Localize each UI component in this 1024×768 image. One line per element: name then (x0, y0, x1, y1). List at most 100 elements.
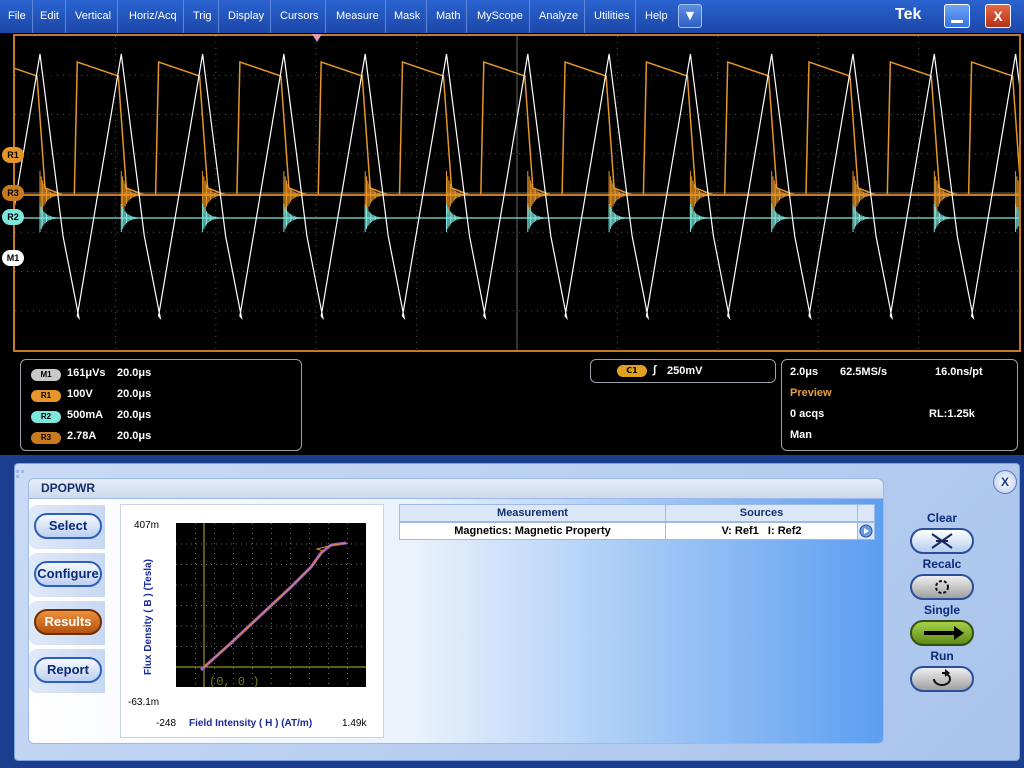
dropdown-arrow-icon[interactable]: ▼ (678, 4, 702, 28)
menu-cursors[interactable]: Cursors (274, 0, 326, 33)
ref3-marker[interactable]: R3 (2, 185, 24, 201)
minimize-button[interactable] (944, 4, 970, 28)
dpopwr-header: DPOPWR (29, 479, 883, 499)
dpopwr-panel: DPOPWR Select Configure Results Report 4… (28, 478, 884, 744)
y-axis-label: Flux Density ( B ) (Tesla) (143, 559, 154, 675)
x-min-label: -248 (156, 718, 176, 729)
results-button[interactable]: Results (34, 609, 102, 635)
ringing-burst (446, 171, 464, 232)
time-resolution: 16.0ns/pt (935, 366, 983, 378)
trigger-source-badge: C1 (617, 365, 647, 377)
menu-analyze[interactable]: Analyze (533, 0, 586, 33)
close-app-button[interactable]: X (993, 470, 1017, 494)
trigger-mode: Man (790, 429, 812, 441)
ref2-marker[interactable]: R2 (2, 209, 24, 225)
ref-scale: 2.78A (67, 430, 97, 442)
run-label: Run (930, 649, 954, 663)
acquisition-mode: Preview (790, 387, 832, 399)
ringing-burst (689, 171, 708, 232)
trigger-readout-panel[interactable]: C1 ∫ 250mV (590, 359, 776, 383)
origin-label: (0, 0 ) (209, 675, 259, 689)
trigger-position-marker[interactable] (312, 34, 322, 42)
acquisition-readout-panel[interactable]: 2.0μs 62.5MS/s 16.0ns/pt Preview 0 acqs … (781, 359, 1018, 451)
ringing-burst (364, 171, 383, 232)
menu-file[interactable]: File (2, 0, 33, 33)
single-arrow-icon (924, 626, 964, 640)
x-axis-label: Field Intensity ( H ) (AT/m) (189, 718, 312, 729)
menu-myscope[interactable]: MyScope (471, 0, 530, 33)
nav-tab-configure: Configure (29, 553, 105, 597)
measurement-header[interactable]: Measurement (399, 504, 666, 522)
dpopwr-title: DPOPWR (41, 481, 95, 495)
menu-vertical[interactable]: Vertical (69, 0, 119, 33)
x-max-label: 1.49k (342, 718, 367, 729)
clear-icon (931, 533, 953, 549)
ref-time: 20.0μs (117, 367, 152, 379)
status-area: M1 161μVs 20.0μs R1 100V 20.0μs R2 500mA… (0, 355, 1024, 455)
ref-time: 20.0μs (117, 430, 152, 442)
acquisition-count: 0 acqs (790, 408, 825, 420)
record-length: RL:1.25k (929, 408, 975, 420)
ref-scale: 500mA (67, 409, 104, 421)
r2-badge: R2 (31, 411, 61, 423)
clear-label: Clear (926, 511, 958, 525)
ringing-burst (771, 171, 790, 232)
sample-rate: 62.5MS/s (840, 366, 888, 378)
bh-plot[interactable]: 407m -63.1m -248 1.49k Field Intensity (… (120, 504, 384, 738)
ringing-burst (933, 171, 952, 232)
waveform-display (15, 36, 1019, 350)
reference-readout-panel[interactable]: M1 161μVs 20.0μs R1 100V 20.0μs R2 500mA… (20, 359, 302, 451)
sources-header[interactable]: Sources (665, 504, 858, 522)
report-button[interactable]: Report (34, 657, 102, 683)
m1-badge: M1 (31, 369, 61, 381)
ref-time: 20.0μs (117, 409, 152, 421)
ref1-marker[interactable]: R1 (2, 147, 24, 163)
nav-tab-report: Report (29, 649, 105, 693)
ref-scale: 100V (67, 388, 93, 400)
run-button[interactable] (910, 666, 974, 692)
ringing-burst (852, 171, 871, 232)
menu-utilities[interactable]: Utilities (588, 0, 637, 33)
nav-tab-select: Select (29, 505, 105, 549)
ringing-burst (283, 171, 302, 232)
menu-edit[interactable]: Edit (34, 0, 66, 33)
ringing-burst (1015, 171, 1019, 232)
horizontal-scale: 2.0μs (790, 366, 819, 378)
clear-button[interactable] (910, 528, 974, 554)
menu-measure[interactable]: Measure (330, 0, 386, 33)
y-max-label: 407m (134, 520, 159, 531)
ringing-burst (202, 171, 220, 232)
trigger-level: 250mV (667, 365, 703, 377)
row-expand-arrow-icon[interactable] (857, 522, 875, 540)
measurement-cell[interactable]: Magnetics: Magnetic Property (399, 522, 666, 540)
ref-scale: 161μVs (67, 367, 106, 379)
single-label: Single (923, 603, 960, 617)
r3-badge: R3 (31, 432, 61, 444)
recalc-icon (935, 580, 949, 594)
minimize-icon (951, 20, 963, 23)
close-window-button[interactable]: X (985, 4, 1011, 28)
nav-tab-results: Results (29, 601, 105, 645)
menu-mask[interactable]: Mask (388, 0, 428, 33)
menu-help[interactable]: Help (639, 0, 674, 33)
menu-display[interactable]: Display (222, 0, 272, 33)
rising-edge-icon: ∫ (653, 364, 657, 376)
math1-marker[interactable]: M1 (2, 250, 24, 266)
run-loop-icon (933, 669, 951, 686)
r1-badge: R1 (31, 390, 61, 402)
brand-logo: Tek (895, 6, 922, 23)
menu-math[interactable]: Math (430, 0, 468, 33)
select-button[interactable]: Select (34, 513, 102, 539)
configure-button[interactable]: Configure (34, 561, 102, 587)
resize-grip-icon[interactable] (16, 465, 26, 478)
sources-cell[interactable]: V: Ref1 I: Ref2 (665, 522, 858, 540)
ringing-burst (120, 171, 139, 232)
table-header-spacer (857, 504, 875, 522)
ringing-burst (527, 171, 546, 232)
single-button[interactable] (910, 620, 974, 646)
ref-time: 20.0μs (117, 388, 152, 400)
recalc-button[interactable] (910, 574, 974, 600)
menu-trig[interactable]: Trig (187, 0, 219, 33)
menu-horiz-acq[interactable]: Horiz/Acq (123, 0, 184, 33)
waveform-graticule[interactable] (13, 34, 1021, 352)
